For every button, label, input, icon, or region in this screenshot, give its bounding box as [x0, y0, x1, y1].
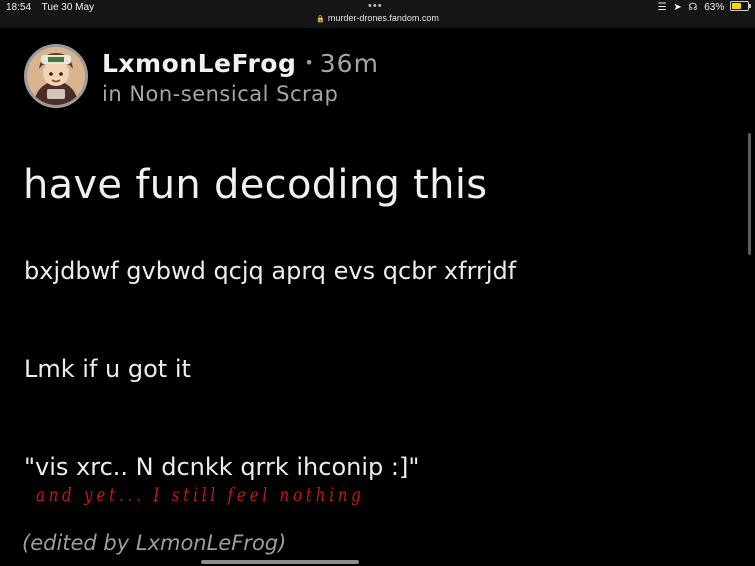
address-bar[interactable]: 🔒 murder-drones.fandom.com [0, 13, 755, 23]
post-body-line: Lmk if u got it [24, 355, 191, 383]
status-left: 18:54 Tue 30 May [6, 2, 102, 13]
wifi-icon: ☰ [657, 2, 667, 13]
separator-dot: • [304, 53, 314, 72]
headphones-icon: ☊ [688, 2, 698, 13]
post-timestamp: 36m [319, 49, 379, 78]
community-link[interactable]: in Non-sensical Scrap [102, 81, 379, 107]
status-date: Tue 30 May [41, 2, 95, 13]
author-name[interactable]: LxmonLeFrog [102, 49, 296, 78]
author-avatar[interactable] [24, 44, 88, 108]
location-icon: ➤ [673, 2, 682, 13]
avatar-illustration [27, 47, 85, 105]
battery-percent: 63% [704, 2, 725, 13]
post-header: LxmonLeFrog • 36m in Non-sensical Scrap [102, 46, 379, 107]
battery-level-fill [732, 3, 742, 9]
post-body-line: bxjdbwf gvbwd qcjq aprq evs qcbr xfrrjdf [24, 257, 517, 285]
lock-icon: 🔒 [316, 16, 325, 23]
post-body-line: "vis xrc.. N dcnkk qrrk ihconip :]" [24, 453, 420, 481]
post-title: have fun decoding this [23, 162, 488, 208]
multitasking-dots-icon[interactable]: ••• [368, 0, 383, 12]
home-indicator[interactable] [201, 560, 359, 564]
battery-nub [749, 4, 751, 8]
handwritten-annotation: and yet... I still feel nothing [36, 484, 365, 506]
url-text: murder-drones.fandom.com [327, 13, 439, 23]
status-right: ☰ ➤ ☊ 63% [657, 1, 751, 13]
battery-icon [730, 1, 751, 11]
scrollbar[interactable] [748, 133, 751, 255]
status-bar: 18:54 Tue 30 May ••• 🔒 murder-drones.fand… [0, 0, 755, 28]
status-time: 18:54 [6, 2, 32, 13]
edited-note: (edited by LxmonLeFrog) [22, 531, 287, 555]
author-line: LxmonLeFrog • 36m [102, 46, 379, 81]
